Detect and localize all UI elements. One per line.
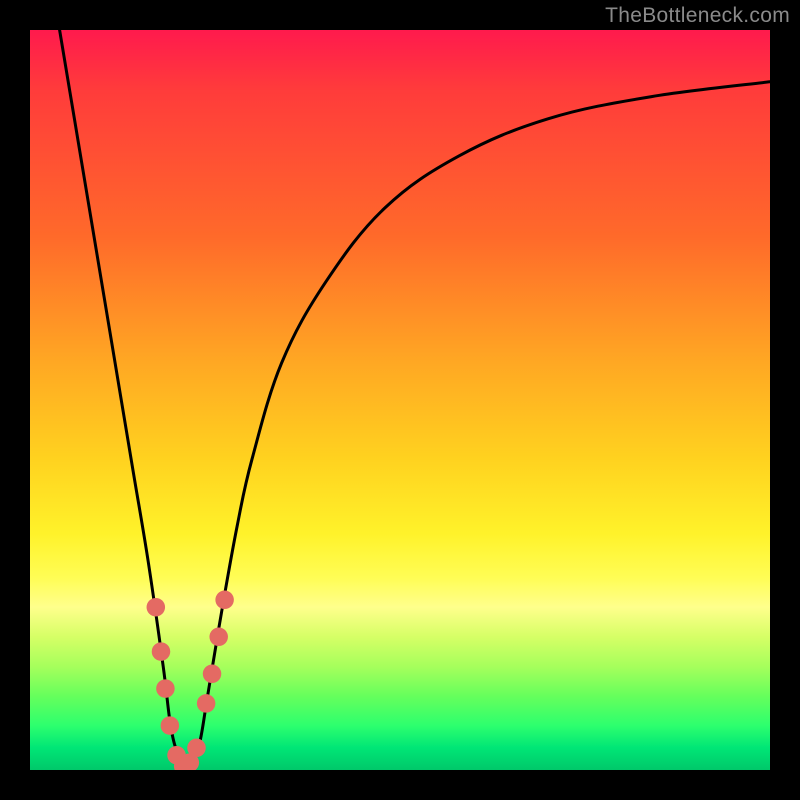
curve-layer — [30, 30, 770, 770]
data-marker — [147, 598, 166, 617]
data-marker — [187, 739, 206, 758]
data-marker — [203, 665, 222, 684]
chart-frame: TheBottleneck.com — [0, 0, 800, 800]
data-marker — [197, 694, 216, 713]
data-marker — [161, 716, 180, 735]
data-marker — [209, 628, 228, 647]
plot-area — [30, 30, 770, 770]
data-marker — [215, 591, 234, 610]
data-marker — [152, 642, 171, 661]
watermark-text: TheBottleneck.com — [605, 4, 790, 28]
data-marker — [156, 679, 175, 698]
